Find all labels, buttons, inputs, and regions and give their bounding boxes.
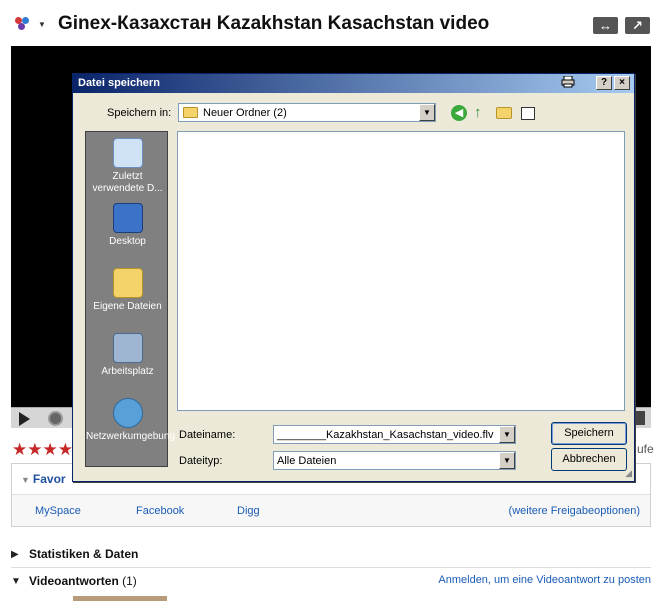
rating-stars[interactable]: ★★★★ (12, 440, 73, 460)
place-desktop-label: Desktop (109, 236, 146, 247)
post-response-link[interactable]: Anmelden, um eine Videoantwort zu posten (438, 574, 651, 586)
chevron-down-icon[interactable]: ▼ (38, 20, 46, 29)
share-link-facebook[interactable]: Facebook (136, 505, 184, 517)
my-computer-icon (112, 333, 143, 363)
dialog-title: Datei speichern (78, 77, 160, 89)
stats-label: Statistiken & Daten (29, 547, 139, 561)
share-link-digg[interactable]: Digg (237, 505, 260, 517)
expand-arrows-icon[interactable]: ↔ (593, 17, 618, 34)
place-documents-label: Eigene Dateien (93, 301, 162, 312)
color-dots-icon[interactable] (15, 17, 33, 31)
tab-favorites[interactable]: ▼ Favor (21, 472, 66, 486)
place-network[interactable]: Netzwerkumgebung (86, 398, 175, 443)
responses-section[interactable]: ▼ Videoantworten (1) Anmelden, um eine V… (11, 570, 651, 594)
help-button[interactable]: ? (596, 76, 612, 90)
place-desktop[interactable]: Desktop (86, 203, 169, 248)
printer-icon[interactable] (560, 75, 576, 90)
chevron-down-icon[interactable]: ▼ (499, 426, 515, 443)
divider (11, 567, 651, 568)
desktop-icon (112, 203, 143, 233)
place-computer-label: Arbeitsplatz (101, 366, 154, 377)
views-text: ufe (637, 442, 654, 456)
chevron-down-icon[interactable]: ▼ (499, 452, 515, 469)
view-menu-icon[interactable] (521, 107, 535, 120)
share-links-row: MySpace Facebook Digg (weitere Freigabeo… (12, 495, 650, 526)
cancel-button[interactable]: Abbrechen (551, 448, 627, 471)
place-documents[interactable]: Eigene Dateien (86, 268, 169, 313)
save-button[interactable]: Speichern (551, 422, 627, 445)
filename-label: Dateiname: (179, 429, 236, 441)
lookin-label: Speichern in: (107, 107, 172, 119)
save-dialog: Datei speichern ? × Speichern in: Neuer … (72, 73, 635, 482)
more-share-options-link[interactable]: (weitere Freigabeoptionen) (509, 505, 640, 517)
triangle-down-icon: ▼ (21, 475, 30, 485)
place-recent-label: Zuletzt verwendete D... (92, 171, 163, 194)
file-list[interactable] (177, 131, 625, 411)
filename-input[interactable]: ________Kazakhstan_Kasachstan_video.flv … (273, 425, 516, 444)
responses-title: Videoantworten (29, 574, 119, 588)
places-bar: Zuletzt verwendete D... Desktop Eigene D… (85, 131, 175, 467)
place-network-label: Netzwerkumgebung (86, 431, 175, 442)
place-computer[interactable]: Arbeitsplatz (86, 333, 169, 378)
close-button[interactable]: × (614, 76, 630, 90)
filetype-label: Dateityp: (179, 455, 223, 467)
responses-label: Videoantworten (1) (29, 574, 137, 588)
resize-grip-icon[interactable]: ◢ (625, 468, 632, 479)
triangle-right-icon: ▶ (11, 549, 19, 560)
responses-count: (1) (122, 574, 137, 588)
filename-value: ________Kazakhstan_Kasachstan_video.flv (277, 429, 494, 441)
chevron-down-icon[interactable]: ▼ (419, 104, 435, 121)
volume-knob[interactable] (48, 411, 63, 426)
stats-section[interactable]: ▶ Statistiken & Daten (11, 543, 651, 567)
filetype-select[interactable]: Alle Dateien ▼ (273, 451, 516, 470)
filetype-value: Alle Dateien (277, 455, 337, 467)
place-recent[interactable]: Zuletzt verwendete D... (86, 138, 169, 195)
share-link-myspace[interactable]: MySpace (35, 505, 81, 517)
lookin-combo[interactable]: Neuer Ordner (2) ▼ (178, 103, 436, 122)
popout-arrow-icon[interactable]: ↗ (625, 17, 650, 34)
my-documents-icon (112, 268, 143, 298)
tab-favorites-label: Favor (32, 472, 66, 486)
dialog-titlebar[interactable]: Datei speichern ? × (73, 74, 634, 93)
back-icon[interactable]: ◀ (451, 105, 467, 121)
new-folder-icon[interactable] (496, 107, 512, 119)
network-icon (112, 398, 143, 428)
triangle-down-icon: ▼ (11, 576, 21, 587)
page-header: ▼ Ginex-Казахстан Kazakhstan Kasachstan … (0, 0, 666, 46)
recent-docs-icon (112, 138, 143, 168)
up-folder-icon[interactable]: ↑ (474, 105, 490, 121)
play-icon[interactable] (19, 412, 30, 426)
lookin-value: Neuer Ordner (2) (203, 107, 287, 119)
response-thumbnail[interactable] (73, 596, 167, 601)
folder-icon (183, 107, 198, 118)
video-title: Ginex-Казахстан Kazakhstan Kasachstan vi… (58, 13, 490, 34)
